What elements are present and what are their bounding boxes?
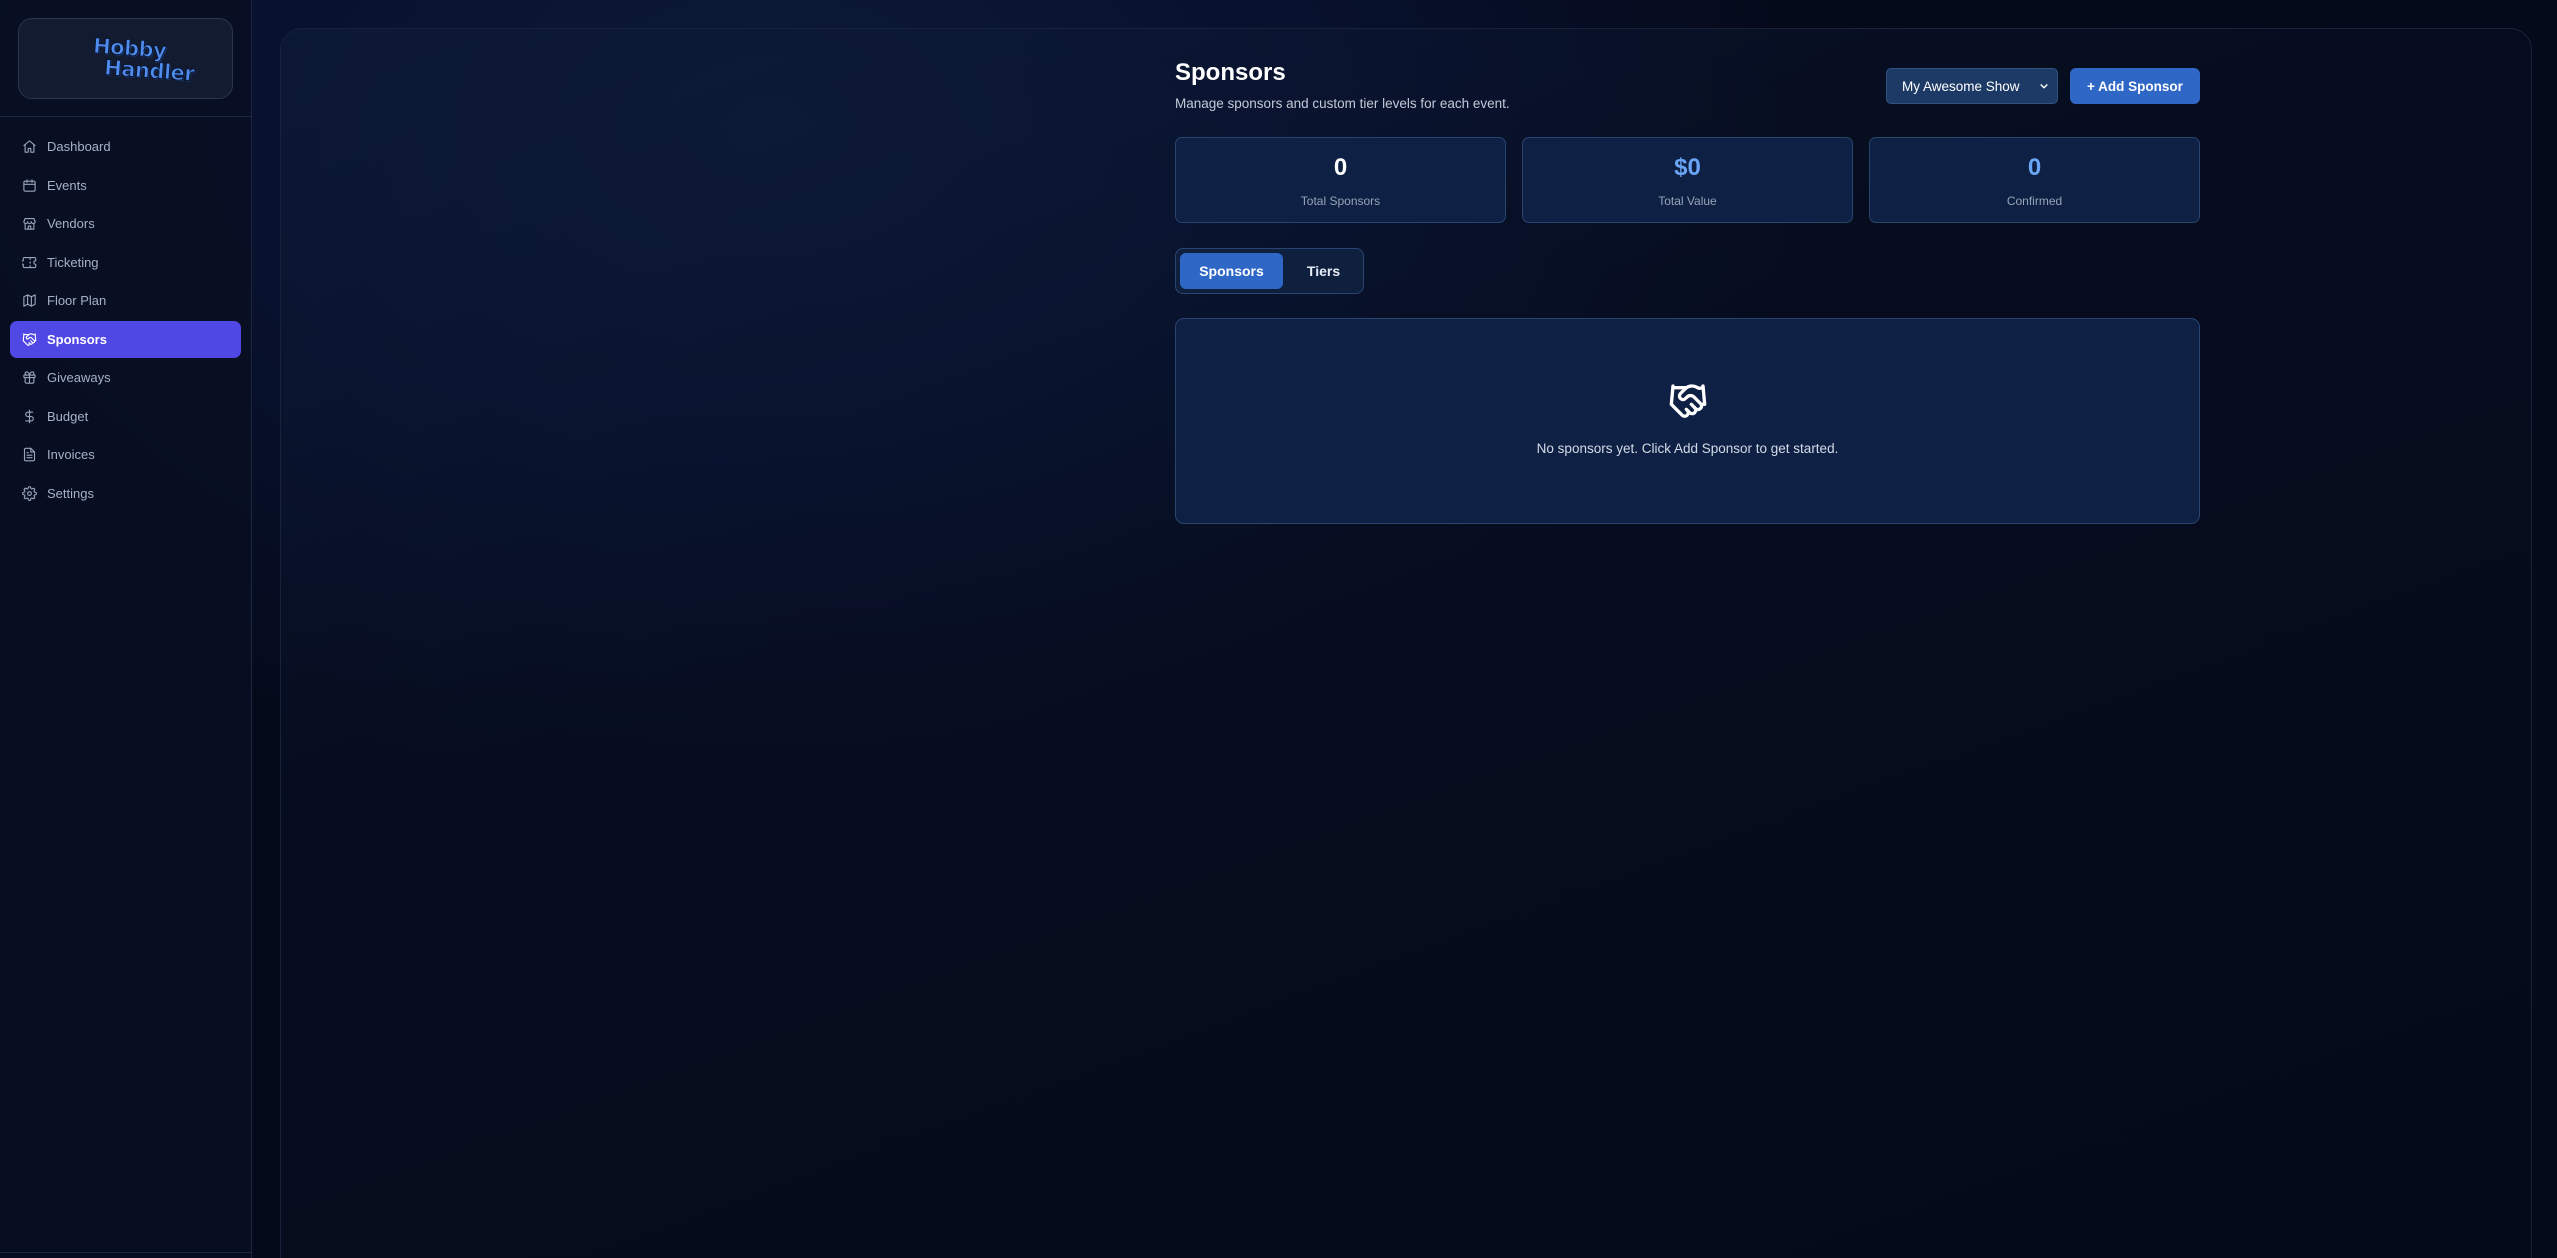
stat-label: Confirmed xyxy=(2006,194,2063,208)
page-subtitle: Manage sponsors and custom tier levels f… xyxy=(1175,96,1510,111)
sidebar-item-label: Invoices xyxy=(47,447,95,462)
home-icon xyxy=(23,140,36,153)
calendar-icon xyxy=(23,178,36,192)
stat-label: Total Value xyxy=(1658,194,1717,208)
chevron-down-icon xyxy=(2040,84,2048,89)
sidebar-item-label: Settings xyxy=(47,485,94,501)
sidebar-item-label: Sponsors xyxy=(47,331,107,347)
map-icon xyxy=(23,294,36,307)
empty-state-message: No sponsors yet. Click Add Sponsor to ge… xyxy=(1536,441,1839,456)
logo-text: Hobby Handler xyxy=(62,33,197,86)
tab-bar: Sponsors Tiers xyxy=(1175,248,1364,294)
sidebar-bottom-divider xyxy=(0,1252,252,1253)
stat-card-confirmed: 0 Confirmed xyxy=(1869,137,2200,223)
sidebar-item-label: Vendors xyxy=(47,216,95,231)
gift-icon xyxy=(23,371,36,384)
empty-state-card: No sponsors yet. Click Add Sponsor to ge… xyxy=(1175,318,2200,524)
sidebar-item-giveaways[interactable]: Giveaways xyxy=(10,359,241,396)
file-icon xyxy=(23,447,36,462)
sidebar-item-vendors[interactable]: Vendors xyxy=(10,205,241,242)
logo[interactable]: Hobby Handler xyxy=(18,18,233,99)
sidebar-item-ticketing[interactable]: Ticketing xyxy=(10,244,241,281)
sidebar-divider xyxy=(0,116,252,117)
event-select[interactable]: My Awesome Show xyxy=(1886,68,2058,104)
sidebar: Hobby Handler Dashboard Events Vendors T… xyxy=(0,0,252,1258)
stat-label: Total Sponsors xyxy=(1300,194,1381,208)
sidebar-item-label: Ticketing xyxy=(47,254,99,270)
gear-icon xyxy=(22,485,37,501)
stat-card-total-sponsors: 0 Total Sponsors xyxy=(1175,137,1506,223)
sidebar-item-label: Dashboard xyxy=(47,139,111,154)
sidebar-item-budget[interactable]: Budget xyxy=(10,398,241,435)
sidebar-item-events[interactable]: Events xyxy=(10,167,241,204)
tab-sponsors[interactable]: Sponsors xyxy=(1180,253,1283,289)
sidebar-item-label: Giveaways xyxy=(47,370,111,385)
page-title: Sponsors xyxy=(1175,59,1286,86)
stat-value: 0 xyxy=(1333,154,1348,181)
stat-card-total-value: $0 Total Value xyxy=(1522,137,1853,223)
add-sponsor-button[interactable]: + Add Sponsor xyxy=(2070,68,2200,104)
ticket-icon xyxy=(22,256,37,268)
logo-line-2: Handler xyxy=(103,55,196,86)
app-root: Hobby Handler Dashboard Events Vendors T… xyxy=(0,0,2557,1258)
sidebar-item-dashboard[interactable]: Dashboard xyxy=(10,128,241,165)
sidebar-item-label: Floor Plan xyxy=(47,293,107,308)
sidebar-item-sponsors[interactable]: Sponsors xyxy=(10,320,241,358)
store-icon xyxy=(23,217,36,230)
handshake-icon xyxy=(22,332,37,346)
event-select-value: My Awesome Show xyxy=(1902,78,2020,94)
sidebar-item-label: Events xyxy=(47,177,87,193)
sidebar-item-settings[interactable]: Settings xyxy=(10,475,241,512)
main-panel: Sponsors Manage sponsors and custom tier… xyxy=(280,28,2532,1258)
tab-tiers[interactable]: Tiers xyxy=(1287,253,1360,289)
handshake-icon xyxy=(1669,384,1707,418)
sidebar-item-label: Budget xyxy=(47,408,89,424)
stat-value: $0 xyxy=(1674,154,1701,181)
sidebar-nav: Dashboard Events Vendors Ticketing Floor… xyxy=(10,128,241,513)
sidebar-item-floor-plan[interactable]: Floor Plan xyxy=(10,282,241,319)
stat-value: 0 xyxy=(2027,154,2042,181)
sidebar-item-invoices[interactable]: Invoices xyxy=(10,436,241,473)
dollar-icon xyxy=(25,409,34,423)
